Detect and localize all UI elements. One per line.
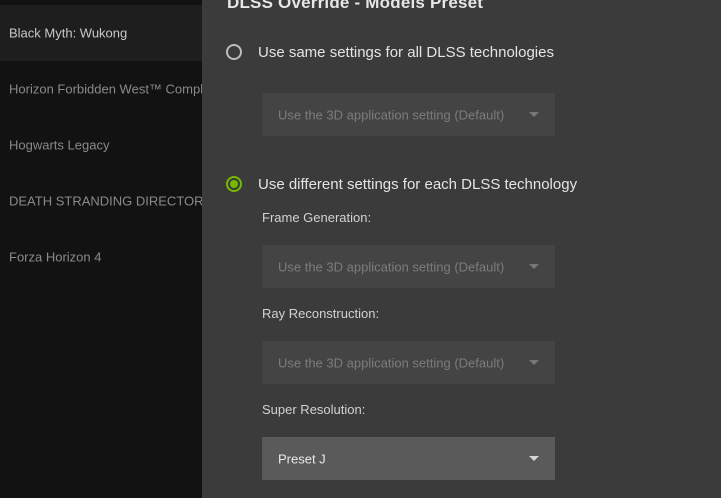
dropdown-value: Use the 3D application setting (Default) <box>278 355 505 370</box>
radio-option-different-settings[interactable]: Use different settings for each DLSS tec… <box>226 173 577 195</box>
ray-reconstruction-dropdown: Use the 3D application setting (Default) <box>262 341 555 384</box>
sidebar-item-black-myth-wukong[interactable]: Black Myth: Wukong <box>0 5 202 61</box>
dlss-override-dialog: DLSS Override - Models Preset Use same s… <box>202 0 721 498</box>
radio-button-unchecked[interactable] <box>226 44 242 60</box>
sidebar-item-label: Horizon Forbidden West™ Complete Edition <box>9 81 202 97</box>
game-list-sidebar: Black Myth: Wukong Horizon Forbidden Wes… <box>0 0 202 498</box>
super-resolution-label: Super Resolution: <box>262 402 366 417</box>
chevron-down-icon <box>529 264 539 269</box>
sidebar-item-hogwarts-legacy[interactable]: Hogwarts Legacy <box>0 117 202 173</box>
sidebar-item-death-stranding[interactable]: DEATH STRANDING DIRECTOR'S CUT <box>0 173 202 229</box>
sidebar-item-label: Forza Horizon 4 <box>9 249 102 265</box>
super-resolution-dropdown[interactable]: Preset J <box>262 437 555 480</box>
frame-generation-label: Frame Generation: <box>262 210 372 225</box>
chevron-down-icon <box>529 456 539 461</box>
chevron-down-icon <box>529 112 539 117</box>
radio-label-same-settings: Use same settings for all DLSS technolog… <box>258 43 554 61</box>
dialog-title: DLSS Override - Models Preset <box>227 0 484 12</box>
sidebar-item-horizon-forbidden-west[interactable]: Horizon Forbidden West™ Complete Edition <box>0 61 202 117</box>
sidebar-item-forza-horizon-4[interactable]: Forza Horizon 4 <box>0 229 202 285</box>
sidebar-item-label: DEATH STRANDING DIRECTOR'S CUT <box>9 193 202 209</box>
dropdown-value: Use the 3D application setting (Default) <box>278 107 505 122</box>
all-dlss-preset-dropdown: Use the 3D application setting (Default) <box>262 93 555 136</box>
radio-label-different-settings: Use different settings for each DLSS tec… <box>258 175 578 193</box>
frame-generation-dropdown: Use the 3D application setting (Default) <box>262 245 555 288</box>
dropdown-value: Use the 3D application setting (Default) <box>278 259 505 274</box>
dropdown-value: Preset J <box>278 451 326 466</box>
radio-button-checked[interactable] <box>226 176 242 192</box>
ray-reconstruction-label: Ray Reconstruction: <box>262 306 380 321</box>
sidebar-item-label: Hogwarts Legacy <box>9 137 110 153</box>
radio-option-same-settings[interactable]: Use same settings for all DLSS technolog… <box>226 41 554 63</box>
sidebar-item-label: Black Myth: Wukong <box>9 25 128 41</box>
chevron-down-icon <box>529 360 539 365</box>
